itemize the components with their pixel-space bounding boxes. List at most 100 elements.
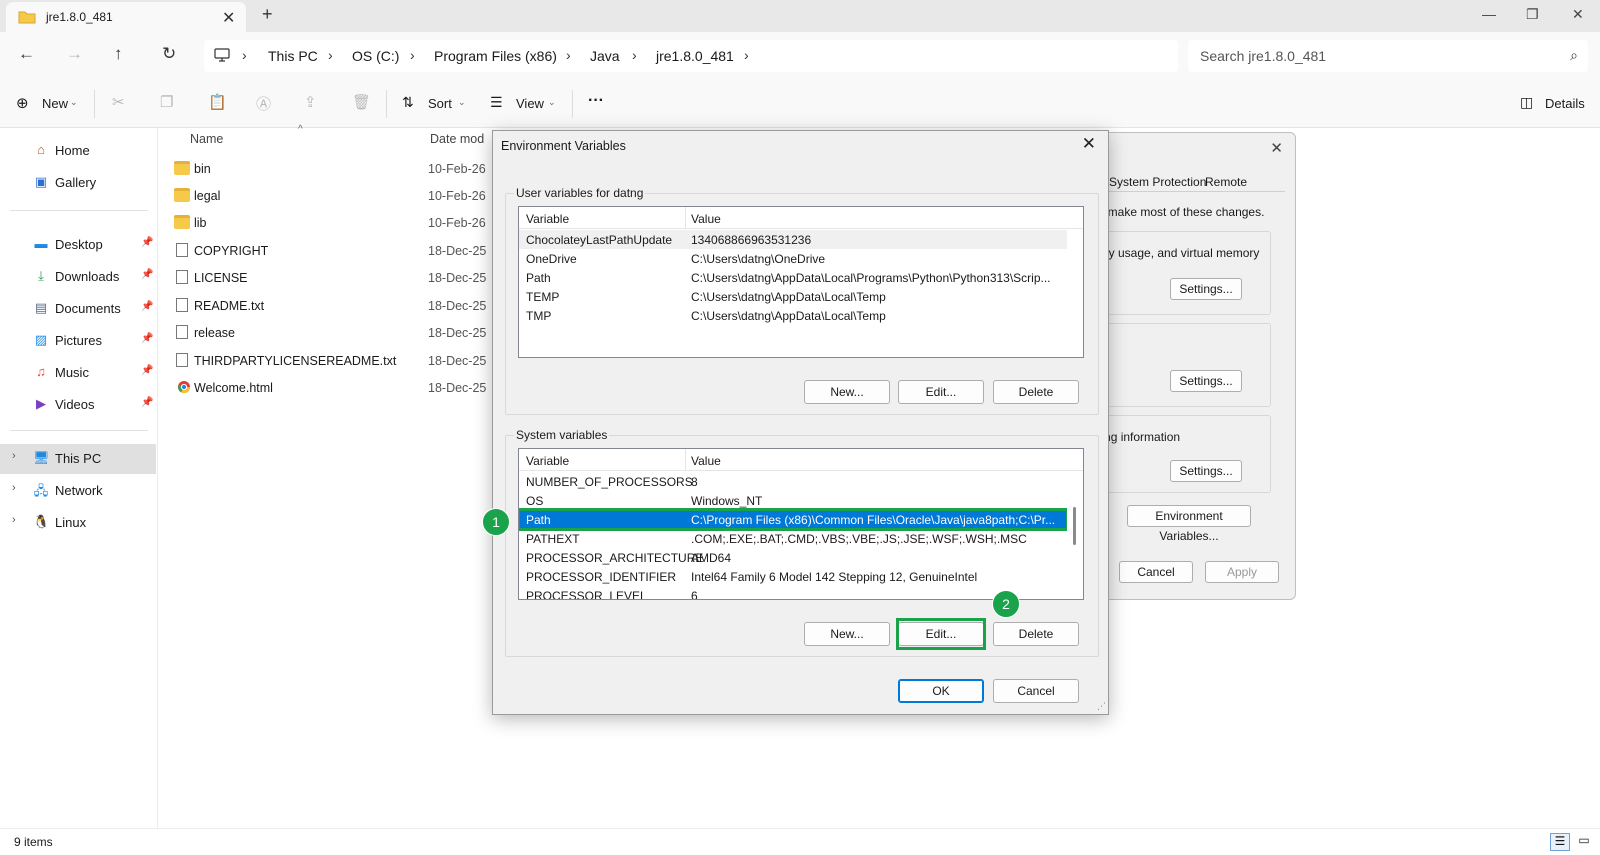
list-item[interactable]: bin 10-Feb-26 — [174, 156, 494, 182]
delete-icon[interactable]: 🗑 — [352, 93, 371, 111]
table-row[interactable]: OS Windows_NT — [519, 491, 1067, 510]
new-button[interactable]: New — [42, 96, 68, 111]
sidebar-item-linux[interactable]: › 🐧 Linux — [0, 508, 156, 538]
table-row[interactable]: PROCESSOR_IDENTIFIER Intel64 Family 6 Mod… — [519, 567, 1067, 586]
table-row[interactable]: Path C:\Users\datng\AppData\Local\Program… — [519, 268, 1067, 287]
view-button[interactable]: View — [516, 96, 544, 111]
list-item[interactable]: release 18-Dec-25 — [174, 320, 494, 346]
table-row[interactable]: PROCESSOR_ARCHITECTURE AMD64 — [519, 548, 1067, 567]
pin-icon[interactable]: 📌 — [141, 237, 153, 248]
startup-settings-button[interactable]: Settings... — [1170, 460, 1242, 482]
user-variables-list[interactable]: Variable Value ChocolateyLastPathUpdate 1… — [518, 206, 1084, 358]
list-item[interactable]: README.txt 18-Dec-25 — [174, 293, 494, 319]
sort-button[interactable]: Sort — [428, 96, 452, 111]
column-header-date[interactable]: Date mod — [430, 132, 484, 146]
up-icon[interactable]: ↑ — [114, 44, 123, 64]
cancel-button[interactable]: Cancel — [1119, 561, 1193, 583]
tab-jre-folder[interactable]: jre1.8.0_481 ✕ — [6, 2, 246, 32]
close-window-icon[interactable]: ✕ — [1572, 6, 1584, 23]
pin-icon[interactable]: 📌 — [141, 301, 153, 312]
more-options-icon[interactable]: ··· — [588, 92, 604, 110]
close-icon[interactable]: ✕ — [1270, 139, 1283, 157]
details-view-icon[interactable]: ☰ — [1550, 833, 1570, 851]
performance-settings-button[interactable]: Settings... — [1170, 278, 1242, 300]
sidebar-item-downloads[interactable]: ⤓ Downloads 📌 — [0, 262, 156, 292]
breadcrumb-os-c[interactable]: OS (C:) — [352, 48, 399, 64]
table-row[interactable]: PATHEXT .COM;.EXE;.BAT;.CMD;.VBS;.VBE;.JS… — [519, 529, 1067, 548]
sidebar-item-home[interactable]: ⌂ Home — [0, 136, 156, 166]
tab-system-protection[interactable]: System Protection — [1109, 175, 1206, 189]
sidebar-item-this-pc[interactable]: › 🖥 This PC — [0, 444, 156, 474]
column-header-variable[interactable]: Variable — [526, 212, 569, 226]
sidebar-item-gallery[interactable]: ▣ Gallery — [0, 168, 156, 198]
back-icon[interactable]: ← — [18, 44, 35, 64]
table-row[interactable]: OneDrive C:\Users\datng\OneDrive — [519, 249, 1067, 268]
paste-icon[interactable]: 📋 — [208, 93, 227, 111]
table-row-selected-path[interactable]: Path C:\Program Files (x86)\Common Files\… — [519, 508, 1069, 531]
apply-button[interactable]: Apply — [1205, 561, 1279, 583]
sidebar-item-network[interactable]: › 🖧 Network — [0, 476, 156, 506]
tab-remote[interactable]: Remote — [1205, 175, 1247, 189]
resize-grip-icon[interactable]: ⋰ — [1097, 701, 1106, 712]
refresh-icon[interactable]: ↻ — [162, 44, 176, 64]
table-row[interactable]: TMP C:\Users\datng\AppData\Local\Temp — [519, 306, 1067, 325]
breadcrumb[interactable]: › This PC › OS (C:) › Program Files (x86… — [204, 40, 1178, 72]
sidebar-item-music[interactable]: ♫ Music 📌 — [0, 358, 156, 388]
cut-icon[interactable]: ✂ — [112, 93, 125, 111]
sidebar-item-videos[interactable]: ▶ Videos 📌 — [0, 390, 156, 420]
column-header-variable[interactable]: Variable — [526, 454, 569, 468]
breadcrumb-this-pc[interactable]: This PC — [268, 48, 318, 64]
tiles-view-icon[interactable]: ▭ — [1574, 833, 1594, 851]
details-button[interactable]: Details — [1545, 96, 1585, 111]
column-header-value[interactable]: Value — [691, 212, 721, 226]
list-item[interactable]: legal 10-Feb-26 — [174, 183, 494, 209]
close-tab-icon[interactable]: ✕ — [222, 8, 235, 28]
new-tab-icon[interactable]: + — [262, 4, 273, 25]
list-item[interactable]: COPYRIGHT 18-Dec-25 — [174, 238, 494, 264]
table-row[interactable]: NUMBER_OF_PROCESSORS 8 — [519, 472, 1067, 491]
column-header-value[interactable]: Value — [691, 454, 721, 468]
vertical-scrollbar[interactable] — [1067, 471, 1083, 599]
cancel-button[interactable]: Cancel — [993, 679, 1079, 703]
user-edit-button[interactable]: Edit... — [898, 380, 984, 404]
sidebar-item-pictures[interactable]: ▨ Pictures 📌 — [0, 326, 156, 356]
forward-icon[interactable]: → — [66, 44, 83, 64]
close-icon[interactable]: ✕ — [1082, 134, 1096, 154]
environment-variables-button[interactable]: Environment Variables... — [1127, 505, 1251, 543]
table-row[interactable]: PROCESSOR_LEVEL 6 — [519, 586, 1067, 599]
sidebar-item-desktop[interactable]: ▬ Desktop 📌 — [0, 230, 156, 260]
user-new-button[interactable]: New... — [804, 380, 890, 404]
chevron-right-icon[interactable]: › — [12, 514, 16, 526]
user-delete-button[interactable]: Delete — [993, 380, 1079, 404]
minimize-icon[interactable]: — — [1482, 6, 1496, 22]
pin-icon[interactable]: 📌 — [141, 365, 153, 376]
table-row[interactable]: ChocolateyLastPathUpdate 1340688669635312… — [519, 230, 1067, 249]
sidebar-item-documents[interactable]: ▤ Documents 📌 — [0, 294, 156, 324]
ok-button[interactable]: OK — [898, 679, 984, 703]
new-plus-icon[interactable]: ⊕ — [16, 94, 29, 112]
system-delete-button[interactable]: Delete — [993, 622, 1079, 646]
column-header-name[interactable]: Name — [190, 132, 223, 146]
list-item[interactable]: THIRDPARTYLICENSEREADME.txt 18-Dec-25 — [174, 348, 494, 374]
pin-icon[interactable]: 📌 — [141, 333, 153, 344]
scrollbar-thumb[interactable] — [1073, 507, 1076, 545]
breadcrumb-jre[interactable]: jre1.8.0_481 — [656, 48, 734, 64]
chevron-right-icon[interactable]: › — [12, 450, 16, 462]
pin-icon[interactable]: 📌 — [141, 269, 153, 280]
pin-icon[interactable]: 📌 — [141, 397, 153, 408]
copy-icon[interactable]: ❐ — [160, 93, 173, 111]
restore-icon[interactable]: ❐ — [1526, 6, 1539, 23]
breadcrumb-java[interactable]: Java — [590, 48, 620, 64]
rename-icon[interactable]: Ⓐ — [256, 93, 271, 114]
system-new-button[interactable]: New... — [804, 622, 890, 646]
list-item[interactable]: LICENSE 18-Dec-25 — [174, 265, 494, 291]
breadcrumb-program-files[interactable]: Program Files (x86) — [434, 48, 557, 64]
table-row[interactable]: TEMP C:\Users\datng\AppData\Local\Temp — [519, 287, 1067, 306]
search-box[interactable]: Search jre1.8.0_481 ⌕ — [1188, 40, 1588, 72]
list-item[interactable]: lib 10-Feb-26 — [174, 210, 494, 236]
chevron-right-icon[interactable]: › — [12, 482, 16, 494]
user-profiles-settings-button[interactable]: Settings... — [1170, 370, 1242, 392]
system-variables-list[interactable]: Variable Value NUMBER_OF_PROCESSORS 8 OS W… — [518, 448, 1084, 600]
share-icon[interactable]: ⇪ — [304, 93, 317, 111]
list-item[interactable]: Welcome.html 18-Dec-25 — [174, 375, 494, 401]
